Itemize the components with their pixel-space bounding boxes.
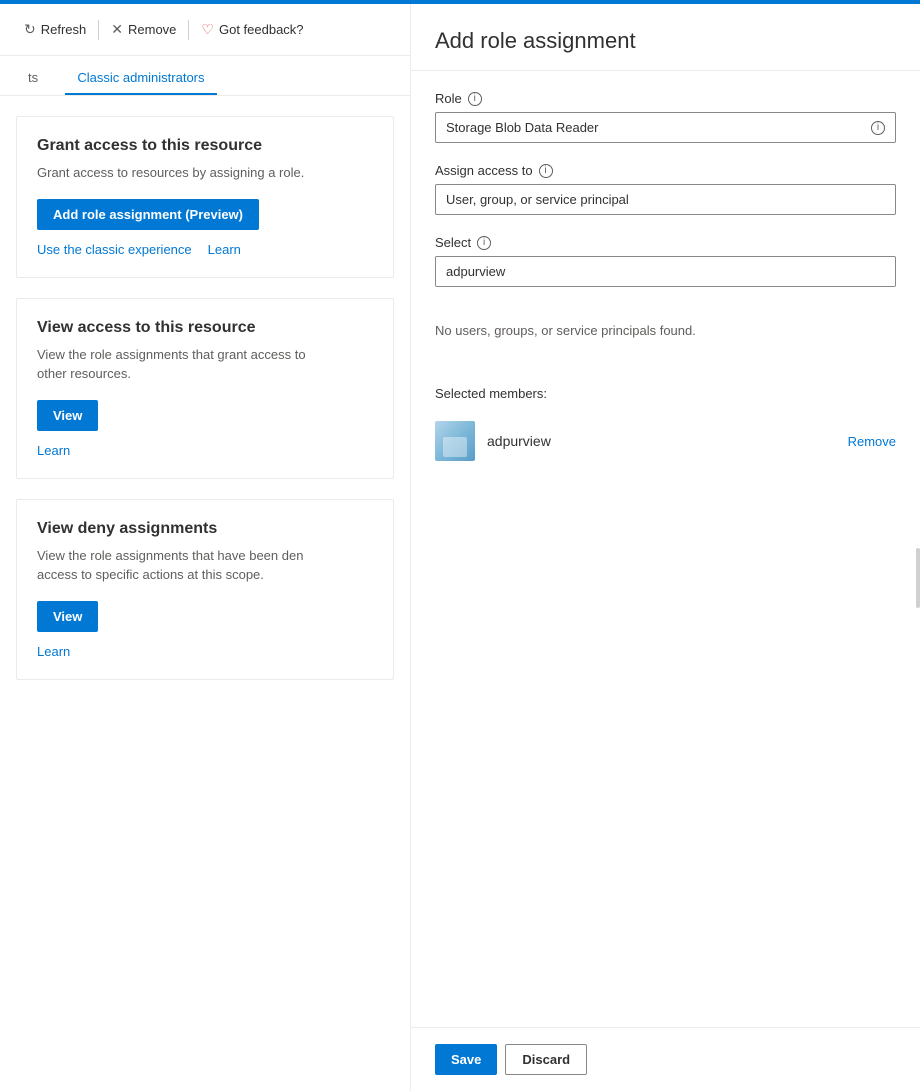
main-content: Grant access to this resource Grant acce… bbox=[0, 96, 410, 1091]
member-item: adpurview Remove bbox=[435, 413, 896, 469]
panel-body: Role i Storage Blob Data Reader i Assign… bbox=[411, 71, 920, 1027]
select-label: Select i bbox=[435, 235, 896, 250]
save-button[interactable]: Save bbox=[435, 1044, 497, 1075]
view-access-card: View access to this resource View the ro… bbox=[16, 298, 394, 479]
remove-icon: ✕ bbox=[111, 21, 123, 38]
toolbar: ↻ Refresh ✕ Remove ♡ Got feedback? bbox=[0, 4, 410, 56]
deny-card-title: View deny assignments bbox=[37, 520, 373, 538]
heart-icon: ♡ bbox=[201, 21, 214, 38]
assign-access-field-group: Assign access to i User, group, or servi… bbox=[435, 163, 896, 215]
remove-label: Remove bbox=[128, 22, 176, 37]
deny-card-desc: View the role assignments that have been… bbox=[37, 546, 373, 585]
view-card-title: View access to this resource bbox=[37, 319, 373, 337]
select-search-input[interactable] bbox=[436, 257, 895, 286]
panel-footer: Save Discard bbox=[411, 1027, 920, 1091]
grant-card-title: Grant access to this resource bbox=[37, 137, 373, 155]
grant-card-links: Use the classic experience Learn bbox=[37, 242, 373, 257]
grant-card-desc: Grant access to resources by assigning a… bbox=[37, 163, 373, 183]
selected-members-label: Selected members: bbox=[435, 386, 896, 401]
member-remove-link[interactable]: Remove bbox=[848, 434, 896, 449]
toolbar-divider-2 bbox=[188, 20, 189, 40]
select-label-text: Select bbox=[435, 235, 471, 250]
view-card-links: Learn bbox=[37, 443, 373, 458]
assign-access-value-text: User, group, or service principal bbox=[446, 192, 629, 207]
deny-assignments-card: View deny assignments View the role assi… bbox=[16, 499, 394, 680]
view-button-2[interactable]: View bbox=[37, 601, 98, 632]
role-value-info-icon[interactable]: i bbox=[871, 121, 885, 135]
add-role-assignment-button[interactable]: Add role assignment (Preview) bbox=[37, 199, 259, 230]
no-results-message: No users, groups, or service principals … bbox=[435, 307, 896, 354]
role-field-group: Role i Storage Blob Data Reader i bbox=[435, 91, 896, 143]
feedback-label: Got feedback? bbox=[219, 22, 304, 37]
learn-link-1[interactable]: Learn bbox=[208, 242, 241, 257]
select-info-icon[interactable]: i bbox=[477, 236, 491, 250]
assign-access-label: Assign access to i bbox=[435, 163, 896, 178]
grant-access-card: Grant access to this resource Grant acce… bbox=[16, 116, 394, 278]
deny-card-links: Learn bbox=[37, 644, 373, 659]
toolbar-divider-1 bbox=[98, 20, 99, 40]
refresh-label: Refresh bbox=[41, 22, 87, 37]
learn-link-3[interactable]: Learn bbox=[37, 644, 70, 659]
panel-title: Add role assignment bbox=[435, 28, 896, 54]
nav-tabs: ts Classic administrators bbox=[0, 56, 410, 96]
panel-header: Add role assignment bbox=[411, 4, 920, 71]
learn-link-2[interactable]: Learn bbox=[37, 443, 70, 458]
feedback-button[interactable]: ♡ Got feedback? bbox=[193, 17, 311, 42]
view-card-desc: View the role assignments that grant acc… bbox=[37, 345, 373, 384]
role-label: Role i bbox=[435, 91, 896, 106]
role-value-text: Storage Blob Data Reader bbox=[446, 120, 598, 135]
nav-tab-classic[interactable]: Classic administrators bbox=[65, 62, 216, 95]
role-info-icon[interactable]: i bbox=[468, 92, 482, 106]
assign-access-label-text: Assign access to bbox=[435, 163, 533, 178]
member-avatar bbox=[435, 421, 475, 461]
remove-button[interactable]: ✕ Remove bbox=[103, 17, 184, 42]
selected-members-section: Selected members: adpurview Remove bbox=[435, 386, 896, 469]
discard-button[interactable]: Discard bbox=[505, 1044, 587, 1075]
scrollbar[interactable] bbox=[916, 548, 920, 608]
nav-tab-ts[interactable]: ts bbox=[16, 62, 50, 95]
right-panel: Add role assignment Role i Storage Blob … bbox=[410, 4, 920, 1091]
refresh-button[interactable]: ↻ Refresh bbox=[16, 17, 94, 42]
role-label-text: Role bbox=[435, 91, 462, 106]
role-value-field[interactable]: Storage Blob Data Reader i bbox=[435, 112, 896, 143]
assign-access-value-field[interactable]: User, group, or service principal bbox=[435, 184, 896, 215]
member-name: adpurview bbox=[487, 433, 836, 449]
left-panel: ↻ Refresh ✕ Remove ♡ Got feedback? ts Cl… bbox=[0, 4, 410, 1091]
nav-separator bbox=[50, 64, 65, 95]
view-button-1[interactable]: View bbox=[37, 400, 98, 431]
select-input-container bbox=[435, 256, 896, 287]
classic-experience-link[interactable]: Use the classic experience bbox=[37, 242, 192, 257]
refresh-icon: ↻ bbox=[24, 21, 36, 38]
select-field-group: Select i bbox=[435, 235, 896, 287]
assign-info-icon[interactable]: i bbox=[539, 164, 553, 178]
